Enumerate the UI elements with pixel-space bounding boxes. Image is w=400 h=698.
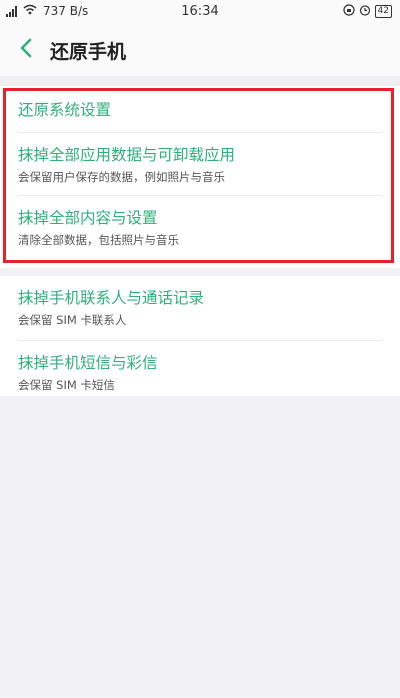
alarm-icon <box>359 4 371 19</box>
list-item-label: 抹掉全部应用数据与可卸载应用 <box>18 146 236 164</box>
back-button[interactable] <box>6 30 46 70</box>
erase-contacts-item[interactable]: 抹掉手机联系人与通话记录 会保留 SIM 卡联系人 <box>0 276 400 340</box>
list-item-subtitle: 会保留 SIM 卡短信 <box>18 378 115 392</box>
erase-app-data-item[interactable]: 抹掉全部应用数据与可卸载应用 会保留用户保存的数据，例如照片与音乐 <box>0 133 400 195</box>
list-item-label: 抹掉手机短信与彩信 <box>18 354 158 372</box>
erase-messages-item[interactable]: 抹掉手机短信与彩信 会保留 SIM 卡短信 <box>0 341 400 403</box>
list-item-label: 还原系统设置 <box>18 101 112 119</box>
empty-area <box>0 396 400 698</box>
page-title: 还原手机 <box>50 40 127 63</box>
status-right: 42 <box>342 4 392 19</box>
status-bar: 737 B/s 16:34 42 <box>0 0 400 24</box>
reset-system-settings-item[interactable]: 还原系统设置 <box>0 86 400 132</box>
list-item-subtitle: 会保留用户保存的数据，例如照片与音乐 <box>18 170 225 184</box>
erase-all-content-item[interactable]: 抹掉全部内容与设置 清除全部数据，包括照片与音乐 <box>0 196 400 258</box>
app-header: 还原手机 <box>0 24 400 76</box>
list-item-label: 抹掉手机联系人与通话记录 <box>18 289 205 307</box>
status-time: 16:34 <box>181 4 219 19</box>
list-item-subtitle: 清除全部数据，包括照片与音乐 <box>18 233 179 247</box>
lock-rotation-icon <box>342 4 355 19</box>
erase-data-group: 抹掉手机联系人与通话记录 会保留 SIM 卡联系人 抹掉手机短信与彩信 会保留 … <box>0 276 400 396</box>
list-item-label: 抹掉全部内容与设置 <box>18 209 158 227</box>
section-gap <box>0 76 400 86</box>
chevron-left-icon <box>19 38 33 62</box>
reset-options-group: 还原系统设置 抹掉全部应用数据与可卸载应用 会保留用户保存的数据，例如照片与音乐… <box>0 86 400 268</box>
battery-icon: 42 <box>374 5 392 18</box>
list-item-subtitle: 会保留 SIM 卡联系人 <box>18 313 127 327</box>
